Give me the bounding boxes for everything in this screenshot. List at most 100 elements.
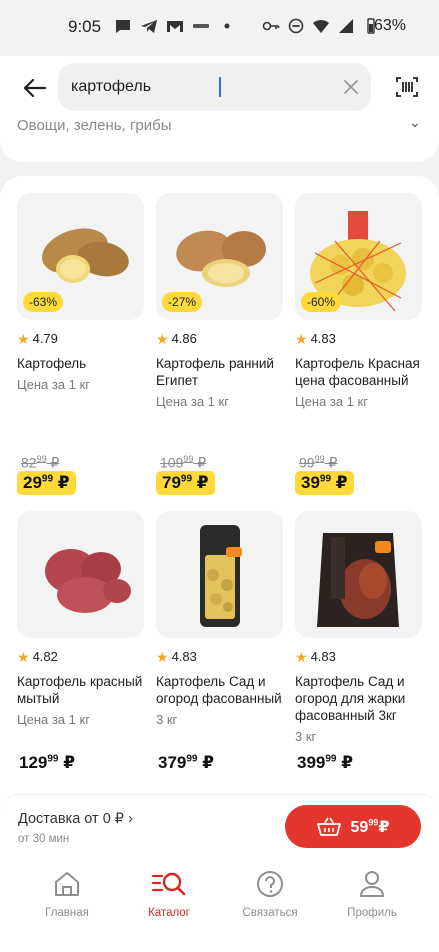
old-price: 8299 ₽ xyxy=(21,454,59,472)
close-icon xyxy=(344,80,358,94)
search-box[interactable] xyxy=(58,63,371,111)
product-card[interactable]: ★ 4.83 Картофель Сад и огород для жарки ф… xyxy=(295,511,422,791)
wifi-icon xyxy=(313,19,329,33)
product-unit: Цена за 1 кг xyxy=(17,377,90,392)
delivery-title: Доставка от 0 ₽ xyxy=(18,811,125,827)
price-main: 129 xyxy=(19,753,48,772)
star-icon: ★ xyxy=(156,330,169,347)
product-image[interactable] xyxy=(156,511,283,638)
product-unit: 3 кг xyxy=(156,712,178,727)
nav-home[interactable]: Главная xyxy=(22,870,112,919)
product-title: Картофель Сад и огород для жарки фасован… xyxy=(295,674,406,723)
product-card[interactable]: -27% ★ 4.86 Картофель ранний Египет Цена … xyxy=(156,193,283,495)
currency: ₽ xyxy=(335,473,348,492)
currency: ₽ xyxy=(341,753,354,772)
price-kop: 99 xyxy=(319,473,332,485)
product-image[interactable] xyxy=(17,511,144,638)
rating-value: 4.82 xyxy=(32,649,58,664)
price-kop: 99 xyxy=(325,753,337,765)
currency: ₽ xyxy=(378,818,390,836)
price: 37999 ₽ xyxy=(158,751,220,775)
nav-profile[interactable]: Профиль xyxy=(327,870,417,919)
potatoes-bag-yellow-icon xyxy=(200,525,242,627)
sale-price: 7999 ₽ xyxy=(156,471,215,495)
currency: ₽ xyxy=(202,753,215,772)
delivery-bar: Доставка от 0 ₽ › от 30 мин 5999₽ xyxy=(0,794,439,860)
currency: ₽ xyxy=(50,454,60,471)
arrow-left-icon xyxy=(24,79,46,97)
old-price-main: 109 xyxy=(160,454,184,471)
chevron-down-icon[interactable]: ⌄ xyxy=(409,114,421,131)
old-price-main: 99 xyxy=(299,454,315,471)
telegram-icon xyxy=(141,20,157,33)
product-rating: ★ 4.86 xyxy=(156,330,283,347)
price-kop: 99 xyxy=(41,473,54,485)
sale-price: 2999 ₽ xyxy=(17,471,76,495)
star-icon: ★ xyxy=(17,330,30,347)
back-button[interactable] xyxy=(18,74,52,102)
star-icon: ★ xyxy=(156,648,169,665)
category-hint[interactable]: Овощи, зелень, грибы xyxy=(17,117,172,134)
app-icon xyxy=(193,24,209,28)
system-icons xyxy=(262,18,380,34)
discount-badge: -27% xyxy=(162,292,203,312)
cart-price-kop: 99 xyxy=(368,817,379,828)
product-rating: ★ 4.79 xyxy=(17,330,144,347)
product-title: Картофель xyxy=(17,356,87,371)
delivery-info[interactable]: Доставка от 0 ₽ › xyxy=(18,811,133,827)
sale-price: 3999 ₽ xyxy=(295,471,354,495)
currency: ₽ xyxy=(57,473,70,492)
product-unit: Цена за 1 кг xyxy=(17,712,90,727)
notification-icons xyxy=(114,18,236,34)
search-input[interactable] xyxy=(58,63,308,111)
old-price-kop: 99 xyxy=(36,454,47,464)
product-grid: -63% ★ 4.79 Картофель Цена за 1 кг 8299 ₽… xyxy=(0,176,439,816)
price-kop: 99 xyxy=(47,753,59,765)
product-card[interactable]: -63% ★ 4.79 Картофель Цена за 1 кг 8299 ₽… xyxy=(17,193,144,495)
product-image[interactable] xyxy=(295,511,422,638)
product-rating: ★ 4.83 xyxy=(295,648,422,665)
price-main: 379 xyxy=(158,753,187,772)
product-rating: ★ 4.82 xyxy=(17,648,144,665)
product-card[interactable]: -60% ★ 4.83 Картофель Красная цена фасова… xyxy=(295,193,422,495)
product-rating: ★ 4.83 xyxy=(156,648,283,665)
barcode-icon xyxy=(396,77,418,97)
clear-search-button[interactable] xyxy=(341,77,361,97)
star-icon: ★ xyxy=(295,648,308,665)
price: 12999 ₽ xyxy=(19,751,81,775)
chevron-right-icon: › xyxy=(128,811,133,827)
product-card[interactable]: ★ 4.82 Картофель красный мытый Цена за 1 … xyxy=(17,511,144,791)
old-price: 9999 ₽ xyxy=(299,454,337,472)
product-unit: 3 кг xyxy=(295,729,317,744)
cart-button[interactable]: 5999₽ xyxy=(285,805,421,848)
delivery-time: от 30 мин xyxy=(18,833,70,845)
product-image[interactable]: -27% xyxy=(156,193,283,320)
price-main: 39 xyxy=(301,473,320,492)
rating-value: 4.83 xyxy=(310,331,336,346)
catalog-search-icon xyxy=(151,872,186,896)
potatoes-red-icon xyxy=(45,549,131,613)
product-image[interactable]: -60% xyxy=(295,193,422,320)
profile-icon xyxy=(360,871,384,897)
dot-icon xyxy=(224,23,230,29)
barcode-scan-button[interactable] xyxy=(392,73,422,101)
product-card[interactable]: ★ 4.83 Картофель Сад и огород фасованный … xyxy=(156,511,283,791)
gmail-icon xyxy=(167,21,183,32)
rating-value: 4.79 xyxy=(32,331,58,346)
discount-badge: -63% xyxy=(23,292,64,312)
product-title: Картофель ранний Египет xyxy=(156,356,274,388)
nav-catalog[interactable]: Каталог xyxy=(124,870,214,919)
product-title: Картофель Сад и огород фасованный для в.… xyxy=(156,674,282,706)
price-kop: 99 xyxy=(180,473,193,485)
home-icon xyxy=(55,872,79,896)
basket-icon xyxy=(316,817,341,836)
nav-label: Связаться xyxy=(242,907,298,919)
product-image[interactable]: -63% xyxy=(17,193,144,320)
rating-value: 4.83 xyxy=(171,649,197,664)
nav-contact[interactable]: Связаться xyxy=(225,870,315,919)
currency: ₽ xyxy=(196,473,209,492)
old-price-main: 82 xyxy=(21,454,37,471)
product-rating: ★ 4.83 xyxy=(295,330,422,347)
product-title: Картофель Красная цена фасованный xyxy=(295,356,420,388)
nav-label: Каталог xyxy=(148,907,190,919)
